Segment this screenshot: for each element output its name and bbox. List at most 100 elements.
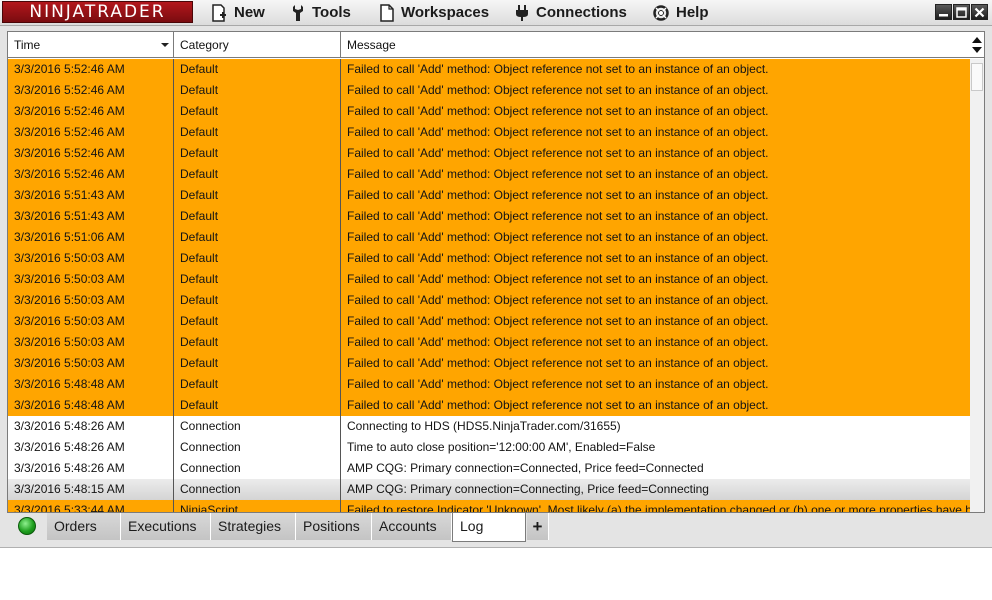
cell-time: 3/3/2016 5:48:26 AM: [8, 437, 174, 458]
table-row[interactable]: 3/3/2016 5:48:15 AM Connection AMP CQG: Pr…: [8, 479, 970, 500]
cell-time: 3/3/2016 5:50:03 AM: [8, 332, 174, 353]
menu-help-label: Help: [676, 4, 709, 21]
cell-time: 3/3/2016 5:50:03 AM: [8, 311, 174, 332]
minimize-button[interactable]: [935, 4, 952, 20]
column-header-message[interactable]: Message: [341, 32, 971, 58]
table-row[interactable]: 3/3/2016 5:50:03 AM Default Failed to call…: [8, 311, 970, 332]
table-row[interactable]: 3/3/2016 5:51:06 AM Default Failed to call…: [8, 227, 970, 248]
new-document-icon: [212, 3, 226, 22]
table-row[interactable]: 3/3/2016 5:51:43 AM Default Failed to call…: [8, 185, 970, 206]
table-row[interactable]: 3/3/2016 5:33:44 AM NinjaScript Failed to …: [8, 500, 970, 512]
column-header-category[interactable]: Category: [174, 32, 341, 58]
cell-time: 3/3/2016 5:48:48 AM: [8, 395, 174, 416]
cell-message: Failed to call 'Add' method: Object refe…: [347, 293, 769, 307]
menu-help[interactable]: Help: [653, 2, 709, 23]
menu-workspaces[interactable]: Workspaces: [380, 2, 489, 23]
cell-category: Connection: [174, 437, 341, 458]
cell-message: Failed to call 'Add' method: Object refe…: [347, 230, 769, 244]
cell-message: Failed to call 'Add' method: Object refe…: [347, 314, 769, 328]
log-rows: 3/3/2016 5:52:46 AM Default Failed to call…: [8, 59, 970, 512]
cell-category: Default: [174, 353, 341, 374]
cell-category: Default: [174, 185, 341, 206]
menu-tools[interactable]: Tools: [291, 2, 351, 23]
table-row[interactable]: 3/3/2016 5:48:48 AM Default Failed to call…: [8, 395, 970, 416]
cell-message: Failed to call 'Add' method: Object refe…: [347, 167, 769, 181]
table-row[interactable]: 3/3/2016 5:51:43 AM Default Failed to call…: [8, 206, 970, 227]
add-tab-button[interactable]: +: [527, 513, 549, 540]
wrench-icon: [293, 4, 303, 21]
cell-time: 3/3/2016 5:50:03 AM: [8, 290, 174, 311]
tab-strategies[interactable]: Strategies: [211, 513, 296, 540]
tab-executions[interactable]: Executions: [121, 513, 211, 540]
menu-bar: NINJATRADER New Tools Workspaces Connect…: [0, 0, 992, 26]
table-row[interactable]: 3/3/2016 5:50:03 AM Default Failed to call…: [8, 332, 970, 353]
vertical-scrollbar[interactable]: [970, 59, 984, 512]
table-row[interactable]: 3/3/2016 5:52:46 AM Default Failed to call…: [8, 101, 970, 122]
cell-time: 3/3/2016 5:50:03 AM: [8, 353, 174, 374]
cell-category: Connection: [174, 416, 341, 437]
cell-category: Default: [174, 206, 341, 227]
cell-message: Failed to call 'Add' method: Object refe…: [347, 272, 769, 286]
scroll-down-icon: [972, 47, 982, 53]
cell-message: Failed to call 'Add' method: Object refe…: [347, 62, 769, 76]
table-row[interactable]: 3/3/2016 5:52:46 AM Default Failed to call…: [8, 143, 970, 164]
maximize-button[interactable]: [953, 4, 970, 20]
tab-accounts[interactable]: Accounts: [372, 513, 452, 540]
maximize-icon: [956, 6, 967, 18]
menu-connections[interactable]: Connections: [515, 2, 627, 23]
cell-message: Failed to call 'Add' method: Object refe…: [347, 125, 769, 139]
column-header-message-label: Message: [347, 38, 396, 52]
cell-category: Default: [174, 80, 341, 101]
cell-message: Failed to call 'Add' method: Object refe…: [347, 104, 769, 118]
cell-category: Default: [174, 59, 341, 80]
lifebuoy-icon: [653, 4, 669, 21]
menu-new[interactable]: New: [211, 2, 265, 23]
cell-category: Default: [174, 332, 341, 353]
menu-new-label: New: [234, 4, 265, 21]
table-row[interactable]: 3/3/2016 5:50:03 AM Default Failed to call…: [8, 248, 970, 269]
column-header-category-label: Category: [180, 38, 229, 52]
grid-header: Time Category Message: [8, 32, 984, 58]
table-row[interactable]: 3/3/2016 5:48:26 AM Connection AMP CQG: Pr…: [8, 458, 970, 479]
workspace-icon: [380, 3, 394, 22]
tab-positions[interactable]: Positions: [296, 513, 372, 540]
log-grid: Time Category Message 3/3/2016 5:52:46 A…: [7, 31, 985, 513]
scrollbar-thumb[interactable]: [971, 63, 983, 91]
cell-category: Connection: [174, 458, 341, 479]
minimize-icon: [939, 13, 948, 16]
cell-category: NinjaScript: [174, 500, 341, 512]
ninjatrader-logo[interactable]: NINJATRADER: [2, 1, 193, 23]
close-icon: [974, 7, 985, 17]
close-button[interactable]: [971, 4, 988, 20]
table-row[interactable]: 3/3/2016 5:48:48 AM Default Failed to call…: [8, 374, 970, 395]
cell-category: Default: [174, 395, 341, 416]
table-row[interactable]: 3/3/2016 5:52:46 AM Default Failed to call…: [8, 80, 970, 101]
menu-connections-label: Connections: [536, 4, 627, 21]
table-row[interactable]: 3/3/2016 5:52:46 AM Default Failed to call…: [8, 59, 970, 80]
cell-time: 3/3/2016 5:52:46 AM: [8, 164, 174, 185]
table-row[interactable]: 3/3/2016 5:50:03 AM Default Failed to call…: [8, 290, 970, 311]
cell-time: 3/3/2016 5:48:26 AM: [8, 416, 174, 437]
cell-category: Default: [174, 311, 341, 332]
cell-time: 3/3/2016 5:48:48 AM: [8, 374, 174, 395]
cell-category: Default: [174, 164, 341, 185]
table-row[interactable]: 3/3/2016 5:48:26 AM Connection Time to aut…: [8, 437, 970, 458]
column-scroll-arrows[interactable]: [970, 32, 984, 58]
cell-category: Default: [174, 101, 341, 122]
table-row[interactable]: 3/3/2016 5:50:03 AM Default Failed to call…: [8, 269, 970, 290]
table-row[interactable]: 3/3/2016 5:48:26 AM Connection Connecting …: [8, 416, 970, 437]
cell-category: Default: [174, 269, 341, 290]
column-header-time-label: Time: [14, 38, 41, 52]
tab-log[interactable]: Log: [452, 513, 526, 542]
cell-message: Failed to call 'Add' method: Object refe…: [347, 188, 769, 202]
cell-category: Default: [174, 227, 341, 248]
table-row[interactable]: 3/3/2016 5:52:46 AM Default Failed to call…: [8, 122, 970, 143]
cell-time: 3/3/2016 5:48:26 AM: [8, 458, 174, 479]
table-row[interactable]: 3/3/2016 5:52:46 AM Default Failed to call…: [8, 164, 970, 185]
table-row[interactable]: 3/3/2016 5:50:03 AM Default Failed to call…: [8, 353, 970, 374]
cell-time: 3/3/2016 5:52:46 AM: [8, 59, 174, 80]
sort-descending-icon: [161, 43, 169, 47]
column-header-time[interactable]: Time: [8, 32, 174, 58]
tab-orders[interactable]: Orders: [47, 513, 121, 540]
cell-time: 3/3/2016 5:50:03 AM: [8, 269, 174, 290]
